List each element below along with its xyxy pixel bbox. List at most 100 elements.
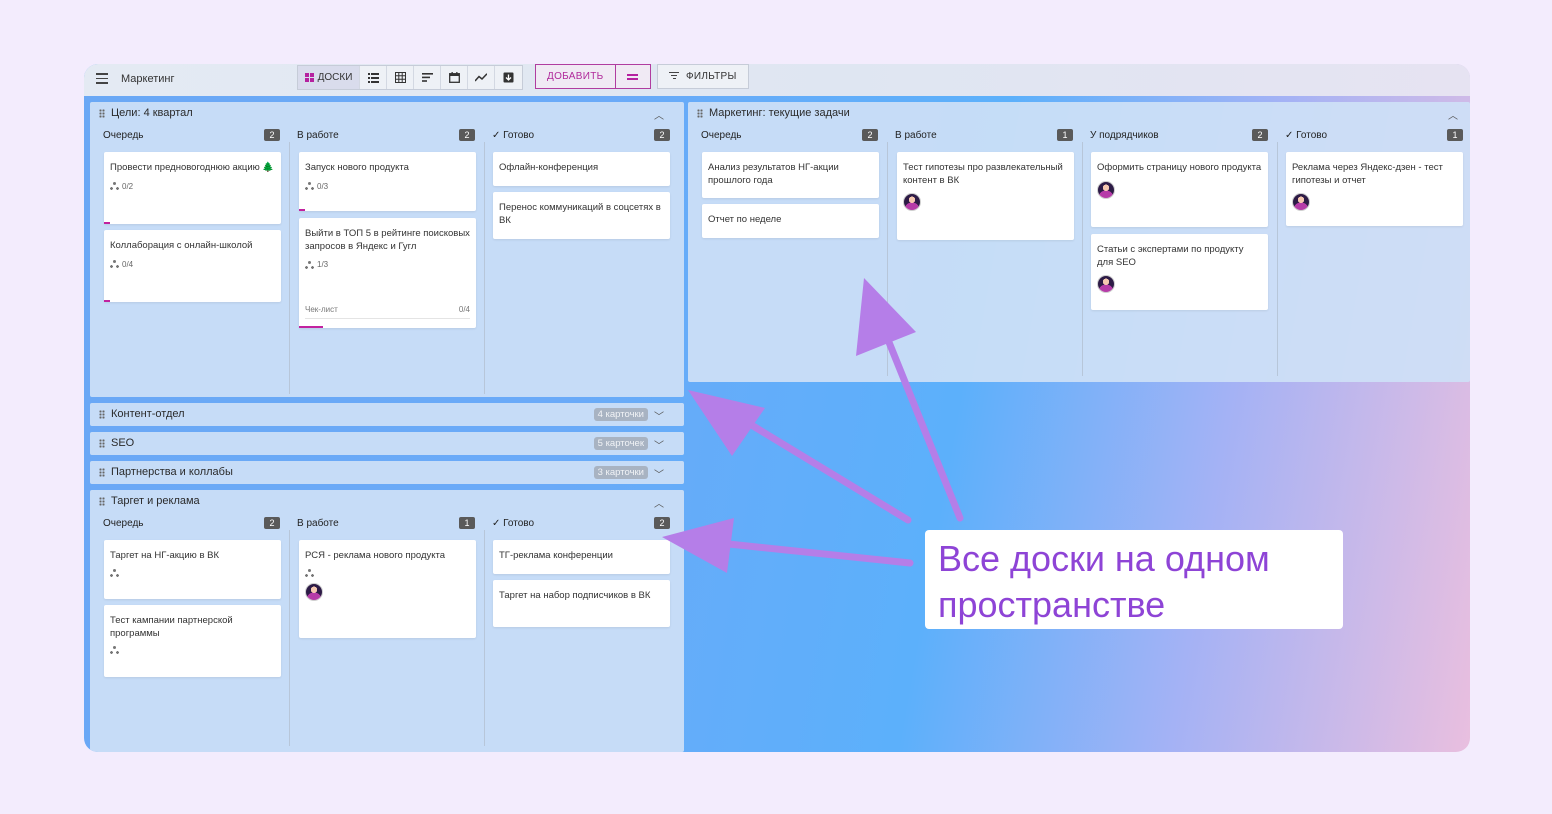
card-title: Запуск нового продукта <box>305 162 409 173</box>
column-header[interactable]: В работе 2 <box>284 124 479 146</box>
drag-handle-icon[interactable] <box>99 496 105 506</box>
view-boards-label: ДОСКИ <box>317 72 353 83</box>
column-header[interactable]: У подрядчиков 2 <box>1077 124 1272 146</box>
column-count-badge: 2 <box>654 517 670 529</box>
task-card[interactable]: Отчет по неделе <box>702 204 879 238</box>
chevron-up-icon[interactable]: ︿ <box>654 107 664 122</box>
drag-handle-icon[interactable] <box>99 438 105 448</box>
column-title: Очередь <box>701 129 742 141</box>
drag-handle-icon[interactable] <box>99 409 105 419</box>
view-table-button[interactable] <box>387 66 414 89</box>
subtasks-icon <box>305 182 314 191</box>
view-boards-button[interactable]: ДОСКИ <box>298 66 360 89</box>
column-count-badge: 1 <box>1447 129 1463 141</box>
chevron-down-icon[interactable]: ﹀ <box>654 437 664 452</box>
assignee-avatar[interactable] <box>1097 180 1115 199</box>
column-divider <box>289 530 290 746</box>
column-header[interactable]: Очередь 2 <box>90 512 284 534</box>
task-card[interactable]: Таргет на набор подписчиков в ВК <box>493 580 670 627</box>
column-header[interactable]: Очередь 2 <box>688 124 882 146</box>
task-card[interactable]: Оформить страницу нового продукта <box>1091 152 1268 227</box>
assignee-avatar[interactable] <box>305 582 323 601</box>
board-title: Маркетинг: текущие задачи <box>709 107 850 119</box>
column-queue: Очередь 2 <box>688 124 882 146</box>
subtasks-icon <box>110 646 119 655</box>
view-gantt-button[interactable] <box>414 66 441 89</box>
column-queue: Очередь 2 <box>90 124 284 146</box>
column-in-progress: В работе 1 <box>284 512 479 534</box>
task-card[interactable]: Провести предновогоднюю акцию 🌲 0/2 <box>104 152 281 224</box>
chevron-down-icon[interactable]: ﹀ <box>654 408 664 423</box>
column-divider <box>289 142 290 394</box>
column-header[interactable]: В работе 1 <box>882 124 1077 146</box>
board-header[interactable]: Контент-отдел 4 карточки ﹀ <box>90 403 684 425</box>
column-count-badge: 2 <box>862 129 878 141</box>
task-card[interactable]: Анализ результатов НГ-акции прошлого год… <box>702 152 879 198</box>
column-done: ✓ Готово 2 <box>479 512 674 534</box>
view-archive-button[interactable] <box>495 66 522 89</box>
column-header[interactable]: ✓ Готово 1 <box>1272 124 1467 146</box>
task-card[interactable]: ТГ-реклама конференции <box>493 540 670 574</box>
calendar-icon <box>448 72 460 83</box>
board-title: Партнерства и коллабы <box>111 466 233 478</box>
column-contractors: У подрядчиков 2 <box>1077 124 1272 146</box>
assignee-avatar[interactable] <box>1097 275 1115 293</box>
add-button[interactable]: ДОБАВИТЬ <box>536 65 616 88</box>
column-in-progress: В работе 2 <box>284 124 479 146</box>
task-card[interactable]: Тест гипотезы про развлекательный контен… <box>897 152 1074 240</box>
task-card[interactable]: Запуск нового продукта 0/3 <box>299 152 476 211</box>
board-target-ads: Таргет и реклама ︿ Очередь 2 В работе 1 ✓ … <box>90 490 684 752</box>
progress-bar <box>104 222 110 224</box>
hamburger-menu-icon[interactable] <box>96 73 108 85</box>
board-header[interactable]: Цели: 4 квартал ︿ <box>90 102 684 124</box>
progress-bar <box>104 300 110 302</box>
board-header[interactable]: SEO 5 карточек ﹀ <box>90 432 684 454</box>
subtasks-icon <box>110 568 119 578</box>
board-header[interactable]: Таргет и реклама ︿ <box>90 490 684 512</box>
view-list-button[interactable] <box>360 66 387 89</box>
board-partnerships: Партнерства и коллабы 3 карточки ﹀ <box>90 461 684 484</box>
column-header[interactable]: В работе 1 <box>284 512 479 534</box>
board-marketing-current: Маркетинг: текущие задачи ︿ Очередь 2 В р… <box>688 102 1470 382</box>
view-chart-button[interactable] <box>468 66 495 89</box>
assignee-avatar[interactable] <box>903 193 921 211</box>
chevron-down-icon[interactable]: ﹀ <box>654 466 664 481</box>
board-header[interactable]: Маркетинг: текущие задачи ︿ <box>688 102 1470 124</box>
column-done: ✓ Готово 2 <box>479 124 674 146</box>
column-header[interactable]: ✓ Готово 2 <box>479 512 674 534</box>
filters-button[interactable]: ФИЛЬТРЫ <box>657 64 749 89</box>
column-title: В работе <box>297 129 339 141</box>
chevron-up-icon[interactable]: ︿ <box>654 495 664 510</box>
card-title: Выйти в ТОП 5 в рейтинге поисковых запро… <box>305 228 470 252</box>
task-card[interactable]: Выйти в ТОП 5 в рейтинге поисковых запро… <box>299 218 476 328</box>
add-menu-button[interactable] <box>616 65 650 88</box>
task-card[interactable]: Перенос коммуникаций в соцсетях в ВК <box>493 192 670 239</box>
drag-handle-icon[interactable] <box>99 108 105 118</box>
task-card[interactable]: Статьи с экспертами по продукту для SEO <box>1091 234 1268 310</box>
column-title: ✓ Готово <box>492 129 535 141</box>
task-card[interactable]: РСЯ - реклама нового продукта <box>299 540 476 638</box>
column-header[interactable]: ✓ Готово 2 <box>479 124 674 146</box>
board-content-dept: Контент-отдел 4 карточки ﹀ <box>90 403 684 426</box>
card-title: Тест кампании партнерской программы <box>110 615 233 639</box>
drag-handle-icon[interactable] <box>99 467 105 477</box>
drag-handle-icon[interactable] <box>697 108 703 118</box>
task-card[interactable]: Офлайн-конференция <box>493 152 670 186</box>
card-title: Коллаборация с онлайн-школой <box>110 240 253 251</box>
column-count-badge: 1 <box>459 517 475 529</box>
board-seo: SEO 5 карточек ﹀ <box>90 432 684 455</box>
view-calendar-button[interactable] <box>441 66 468 89</box>
column-in-progress: В работе 1 <box>882 124 1077 146</box>
task-card[interactable]: Тест кампании партнерской программы <box>104 605 281 677</box>
task-card[interactable]: Реклама через Яндекс-дзен - тест гипотез… <box>1286 152 1463 226</box>
assignee-avatar[interactable] <box>1292 193 1310 211</box>
chevron-up-icon[interactable]: ︿ <box>1448 107 1458 122</box>
subtask-count: 0/3 <box>317 181 329 191</box>
archive-icon <box>503 72 514 83</box>
task-card[interactable]: Коллаборация с онлайн-школой 0/4 <box>104 230 281 302</box>
board-title: Цели: 4 квартал <box>111 107 193 119</box>
board-header[interactable]: Партнерства и коллабы 3 карточки ﹀ <box>90 461 684 483</box>
card-count-chip: 5 карточек <box>593 437 648 450</box>
column-header[interactable]: Очередь 2 <box>90 124 284 146</box>
task-card[interactable]: Таргет на НГ-акцию в ВК <box>104 540 281 599</box>
